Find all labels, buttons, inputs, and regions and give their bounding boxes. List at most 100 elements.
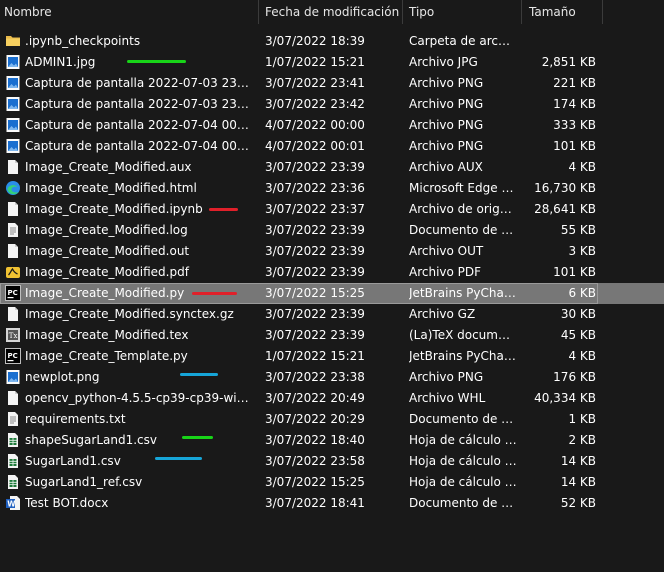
file-type: Archivo PNG xyxy=(409,76,484,90)
file-size: 28,641 KB xyxy=(534,202,596,216)
file-type: Microsoft Edge H... xyxy=(409,181,517,195)
file-type: JetBrains PyChar... xyxy=(409,349,517,363)
file-icon xyxy=(5,201,21,217)
file-size: 14 KB xyxy=(560,454,596,468)
file-type: Archivo PNG xyxy=(409,97,484,111)
file-size: 40,334 KB xyxy=(534,391,596,405)
file-type: Documento de te... xyxy=(409,223,517,237)
file-name: newplot.png xyxy=(25,370,100,384)
file-type: Hoja de cálculo d... xyxy=(409,433,517,447)
file-row[interactable]: PC Image_Create_Modified.py 3/07/2022 15:2… xyxy=(0,283,664,304)
file-type: JetBrains PyChar... xyxy=(409,286,517,300)
file-row[interactable]: PC Image_Create_Template.py 1/07/2022 15:2… xyxy=(0,346,664,367)
file-size: 101 KB xyxy=(553,139,596,153)
file-date: 3/07/2022 23:38 xyxy=(265,370,365,384)
file-row[interactable]: shapeSugarLand1.csv 3/07/2022 18:40 Hoja d… xyxy=(0,430,664,451)
file-date: 3/07/2022 23:36 xyxy=(265,181,365,195)
spreadsheet-icon xyxy=(5,474,21,490)
file-name: requirements.txt xyxy=(25,412,126,426)
spreadsheet-icon xyxy=(5,453,21,469)
file-size: 4 KB xyxy=(568,160,596,174)
column-divider[interactable] xyxy=(602,0,603,24)
file-list: .ipynb_checkpoints 3/07/2022 18:39 Carpeta… xyxy=(0,31,664,514)
file-size: 52 KB xyxy=(560,496,596,510)
file-size: 174 KB xyxy=(553,97,596,111)
file-row[interactable]: Image_Create_Modified.out 3/07/2022 23:39… xyxy=(0,241,664,262)
column-header-date[interactable]: Fecha de modificación xyxy=(261,0,401,24)
file-name: Captura de pantalla 2022-07-04 000117.p.… xyxy=(25,139,251,153)
file-row[interactable]: Image_Create_Modified.synctex.gz 3/07/202… xyxy=(0,304,664,325)
file-name: Image_Create_Template.py xyxy=(25,349,188,363)
file-row[interactable]: Image_Create_Modified.ipynb 3/07/2022 23:… xyxy=(0,199,664,220)
file-date: 3/07/2022 23:42 xyxy=(265,97,365,111)
file-date: 3/07/2022 18:39 xyxy=(265,34,365,48)
file-row[interactable]: Captura de pantalla 2022-07-03 234249.p.… xyxy=(0,94,664,115)
image-icon xyxy=(5,54,21,70)
file-date: 3/07/2022 23:58 xyxy=(265,454,365,468)
image-icon xyxy=(5,96,21,112)
file-date: 3/07/2022 20:29 xyxy=(265,412,365,426)
file-type: Archivo AUX xyxy=(409,160,483,174)
file-date: 4/07/2022 00:01 xyxy=(265,139,365,153)
file-type: Carpeta de archivos xyxy=(409,34,517,48)
file-name: Test BOT.docx xyxy=(25,496,109,510)
column-header-name[interactable]: Nombre xyxy=(0,0,258,24)
file-date: 3/07/2022 23:39 xyxy=(265,160,365,174)
file-date: 3/07/2022 20:49 xyxy=(265,391,365,405)
file-type: Documento de te... xyxy=(409,412,517,426)
tex-icon: Tx xyxy=(5,327,21,343)
file-date: 3/07/2022 15:25 xyxy=(265,286,365,300)
pycharm-icon: PC xyxy=(5,285,21,301)
file-type: Archivo OUT xyxy=(409,244,484,258)
file-name: Captura de pantalla 2022-07-03 234138.p.… xyxy=(25,76,251,90)
file-size: 2,851 KB xyxy=(541,55,596,69)
file-date: 3/07/2022 23:37 xyxy=(265,202,365,216)
file-row[interactable]: Captura de pantalla 2022-07-04 000023.p.… xyxy=(0,115,664,136)
file-row[interactable]: Captura de pantalla 2022-07-03 234138.p.… xyxy=(0,73,664,94)
svg-text:Tx: Tx xyxy=(9,332,18,340)
file-row[interactable]: opencv_python-4.5.5-cp39-cp39-win_am... 3… xyxy=(0,388,664,409)
word-icon: W xyxy=(5,495,21,511)
file-size: 55 KB xyxy=(560,223,596,237)
file-row[interactable]: ADMIN1.jpg 1/07/2022 15:21 Archivo JPG 2,85… xyxy=(0,52,664,73)
file-row[interactable]: newplot.png 3/07/2022 23:38 Archivo PNG 176… xyxy=(0,367,664,388)
file-name: Image_Create_Modified.aux xyxy=(25,160,192,174)
file-type: Archivo PDF xyxy=(409,265,482,279)
file-size: 16,730 KB xyxy=(534,181,596,195)
column-divider[interactable] xyxy=(402,0,403,24)
edge-icon xyxy=(5,180,21,196)
file-type: Archivo WHL xyxy=(409,391,486,405)
file-size: 14 KB xyxy=(560,475,596,489)
annotation-green-mark xyxy=(127,60,186,63)
file-icon xyxy=(5,243,21,259)
file-row[interactable]: SugarLand1_ref.csv 3/07/2022 15:25 Hoja de… xyxy=(0,472,664,493)
column-divider[interactable] xyxy=(521,0,522,24)
file-row[interactable]: Tx Image_Create_Modified.tex 3/07/2022 23:… xyxy=(0,325,664,346)
annotation-red-mark xyxy=(209,208,238,211)
file-row[interactable]: Image_Create_Modified.aux 3/07/2022 23:39… xyxy=(0,157,664,178)
file-size: 101 KB xyxy=(553,265,596,279)
file-row[interactable]: Captura de pantalla 2022-07-04 000117.p.… xyxy=(0,136,664,157)
file-row[interactable]: W Test BOT.docx 3/07/2022 18:41 Documento d… xyxy=(0,493,664,514)
file-name: opencv_python-4.5.5-cp39-cp39-win_am... xyxy=(25,391,251,405)
annotation-blue-mark xyxy=(180,373,218,376)
file-size: 4 KB xyxy=(568,349,596,363)
file-row[interactable]: Image_Create_Modified.log 3/07/2022 23:39… xyxy=(0,220,664,241)
spreadsheet-icon xyxy=(5,432,21,448)
annotation-green-mark xyxy=(182,436,213,439)
file-type: (La)TeX document xyxy=(409,328,517,342)
column-divider[interactable] xyxy=(258,0,259,24)
column-header-size[interactable]: Tamaño xyxy=(525,0,601,24)
file-date: 1/07/2022 15:21 xyxy=(265,349,365,363)
column-header: ⌃ Nombre Fecha de modificación Tipo Tama… xyxy=(0,0,664,24)
annotation-blue-mark xyxy=(155,457,202,460)
file-row[interactable]: requirements.txt 3/07/2022 20:29 Documento… xyxy=(0,409,664,430)
column-header-type[interactable]: Tipo xyxy=(405,0,520,24)
file-row[interactable]: Image_Create_Modified.html 3/07/2022 23:3… xyxy=(0,178,664,199)
image-icon xyxy=(5,138,21,154)
pdf-icon xyxy=(5,264,21,280)
file-row[interactable]: .ipynb_checkpoints 3/07/2022 18:39 Carpeta… xyxy=(0,31,664,52)
file-row[interactable]: SugarLand1.csv 3/07/2022 23:58 Hoja de cál… xyxy=(0,451,664,472)
file-row[interactable]: Image_Create_Modified.pdf 3/07/2022 23:39… xyxy=(0,262,664,283)
file-type: Archivo de origen ... xyxy=(409,202,517,216)
